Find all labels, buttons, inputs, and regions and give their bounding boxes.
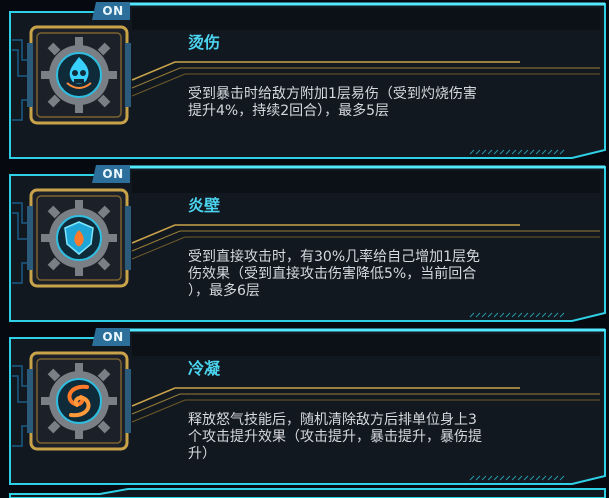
skill-title: 烫伤 — [188, 33, 221, 52]
desc-line: 受到暴击时给敌方附加1层易伤（受到灼烧伤害 — [188, 86, 477, 102]
skill-card[interactable]: ON 炎壁 受到直接攻击时，有30%几率给自己增加1层免 伤效果（受到直接攻击伤… — [0, 163, 609, 322]
skill-description: 受到暴击时给敌方附加1层易伤（受到灼烧伤害 提升4%，持续2回合），最多5层 — [188, 86, 568, 120]
desc-line: 提升4%，持续2回合），最多5层 — [188, 103, 390, 119]
desc-line: ），最多6层 — [188, 283, 260, 299]
skill-description: 受到直接攻击时，有30%几率给自己增加1层免 伤效果（受到直接攻击伤害降低5%，… — [188, 249, 568, 300]
fire-wall-shield-gear-icon — [27, 186, 131, 290]
skill-list-page: ON 烫伤 受到暴击时给敌方附加1层易伤（受到灼烧伤害 提升4%，持续2回合），… — [0, 0, 609, 498]
desc-line: 释放怒气技能后，随机清除敌方后排单位身上3 — [188, 412, 477, 428]
desc-line: 升） — [188, 446, 216, 462]
burn-skull-gear-icon — [27, 23, 131, 127]
next-card-edge — [9, 488, 606, 498]
skill-title: 炎壁 — [188, 196, 221, 215]
desc-line: 个攻击提升效果（攻击提升，暴击提升，暴伤提 — [188, 429, 482, 445]
desc-line: 受到直接攻击时，有30%几率给自己增加1层免 — [188, 249, 481, 265]
desc-line: 伤效果（受到直接攻击伤害降低5%，当前回合 — [188, 266, 477, 282]
status-badge: ON — [102, 167, 124, 181]
skill-card[interactable]: ON 烫伤 受到暴击时给敌方附加1层易伤（受到灼烧伤害 提升4%，持续2回合），… — [0, 0, 609, 159]
status-badge: ON — [102, 330, 124, 344]
status-badge: ON — [102, 4, 124, 18]
skill-description: 释放怒气技能后，随机清除敌方后排单位身上3 个攻击提升效果（攻击提升，暴击提升，… — [188, 412, 568, 463]
skill-title: 冷凝 — [188, 359, 221, 378]
condense-swirl-gear-icon — [27, 349, 131, 453]
skill-card[interactable]: ON 冷凝 释放怒气技能后，随机清除敌方后排单位身上3 个攻击提升效果（攻击提升… — [0, 326, 609, 485]
